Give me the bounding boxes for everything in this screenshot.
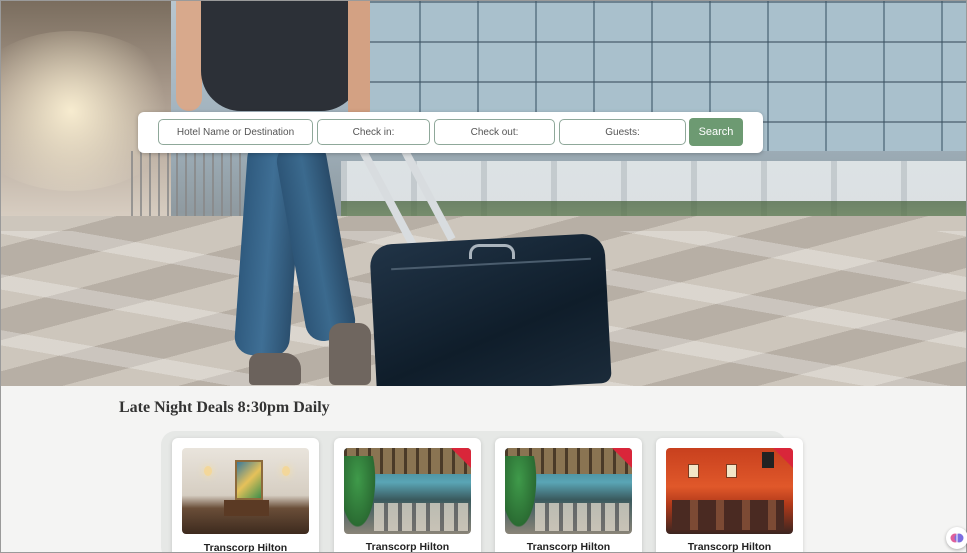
hero-banner xyxy=(1,1,966,386)
search-button[interactable]: Search xyxy=(689,118,743,146)
deal-card[interactable]: Transcorp Hilton xyxy=(656,438,803,553)
assistant-button[interactable] xyxy=(946,527,967,549)
hotel-name: Transcorp Hilton xyxy=(365,541,450,553)
brain-icon xyxy=(950,533,964,543)
hotel-image xyxy=(666,448,793,534)
hotel-image xyxy=(182,448,309,534)
page-frame: Search Late Night Deals 8:30pm Daily Tra… xyxy=(0,0,967,553)
hotel-name: Transcorp Hilton xyxy=(203,542,288,553)
destination-input[interactable] xyxy=(158,119,313,145)
checkout-input[interactable] xyxy=(434,119,555,145)
hotel-name: Transcorp Hilton xyxy=(687,541,772,553)
discount-ribbon xyxy=(773,448,793,468)
hotel-name: Transcorp Hilton xyxy=(526,541,611,553)
search-bar: Search xyxy=(138,112,763,153)
hotel-image xyxy=(505,448,632,534)
checkin-input[interactable] xyxy=(317,119,430,145)
hotel-image xyxy=(344,448,471,534)
deals-section-title: Late Night Deals 8:30pm Daily xyxy=(119,399,330,416)
deal-card[interactable]: Transcorp Hilton xyxy=(495,438,642,553)
deal-card[interactable]: Transcorp Hilton xyxy=(334,438,481,553)
deal-card[interactable]: Transcorp Hilton xyxy=(172,438,319,553)
guests-input[interactable] xyxy=(559,119,686,145)
traveler-backpack xyxy=(201,1,361,111)
